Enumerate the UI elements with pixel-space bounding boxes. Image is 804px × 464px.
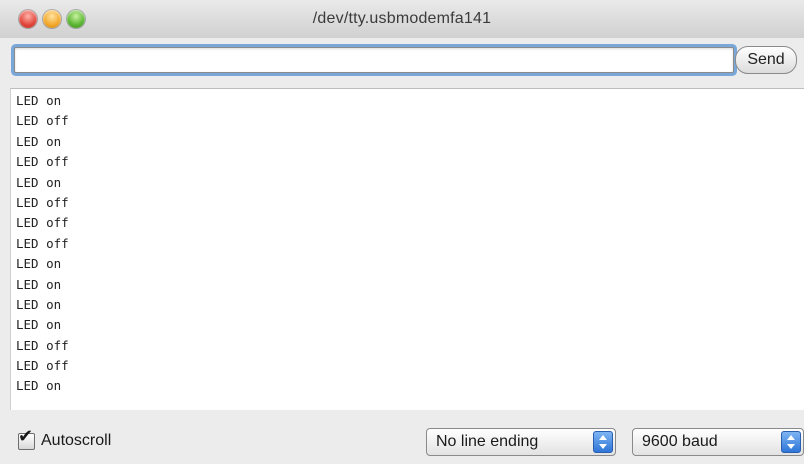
- autoscroll-label: Autoscroll: [41, 432, 112, 449]
- line-ending-select[interactable]: No line ending: [426, 428, 616, 456]
- output-line: LED off: [16, 337, 69, 353]
- serial-monitor-window: /dev/tty.usbmodemfa141 Send LED on LED o…: [0, 0, 804, 464]
- title-bar: /dev/tty.usbmodemfa141: [0, 0, 804, 39]
- autoscroll-toggle[interactable]: ✔ Autoscroll: [18, 427, 112, 450]
- output-line: LED on: [16, 256, 62, 272]
- autoscroll-checkbox[interactable]: ✔: [18, 427, 35, 450]
- baud-rate-value: 9600 baud: [642, 433, 718, 450]
- output-line: LED off: [16, 113, 69, 129]
- output-line: LED off: [16, 154, 69, 170]
- checkmark-icon: ✔: [18, 425, 34, 447]
- line-ending-value: No line ending: [436, 433, 539, 450]
- serial-input[interactable]: [14, 47, 734, 73]
- output-line: LED on: [16, 133, 62, 149]
- up-down-arrows-icon: [781, 431, 801, 453]
- output-line: LED off: [16, 235, 69, 251]
- output-line: LED off: [16, 194, 69, 210]
- output-line: LED on: [16, 378, 62, 394]
- output-line: LED on: [16, 276, 62, 292]
- input-row: Send: [0, 38, 804, 88]
- up-down-arrows-icon: [593, 431, 613, 453]
- output-line: LED on: [16, 174, 62, 190]
- output-line: LED on: [16, 296, 62, 312]
- serial-output[interactable]: LED on LED off LED on LED off LED on LED…: [10, 88, 804, 411]
- output-lines: LED on LED off LED on LED off LED on LED…: [11, 91, 69, 397]
- window-title: /dev/tty.usbmodemfa141: [312, 10, 492, 27]
- send-button[interactable]: Send: [735, 46, 797, 74]
- output-line: LED on: [16, 317, 62, 333]
- baud-rate-select[interactable]: 9600 baud: [632, 428, 804, 456]
- output-line: LED off: [16, 358, 69, 374]
- bottom-bar: ✔ Autoscroll No line ending 9600 baud: [0, 410, 804, 464]
- output-line: LED on: [16, 93, 62, 108]
- output-line: LED off: [16, 215, 69, 231]
